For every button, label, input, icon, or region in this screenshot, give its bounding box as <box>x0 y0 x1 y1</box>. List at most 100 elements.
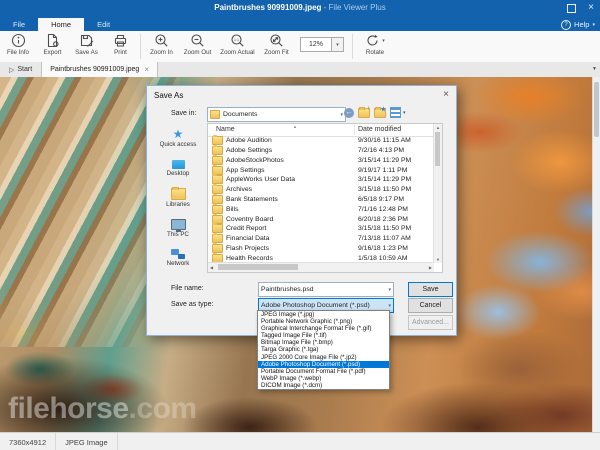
type-option[interactable]: WebP Image (*.webp) <box>258 375 389 382</box>
save-as-button[interactable]: Save As <box>69 31 104 62</box>
list-horizontal-scrollbar[interactable]: ◀ ▶ <box>208 262 434 272</box>
scroll-down-icon[interactable]: ▼ <box>434 257 442 262</box>
zoom-actual-button[interactable]: 1:1 Zoom Actual <box>216 31 259 62</box>
zoom-out-button[interactable]: Zoom Out <box>179 31 216 62</box>
document-tabstrip: ▷ Start Paintbrushes 90991009.jpeg × ▼ <box>0 62 600 78</box>
printer-icon <box>113 33 128 48</box>
documents-folder-icon <box>210 110 220 119</box>
tab-file[interactable]: File <box>0 18 38 31</box>
zoom-level-combobox[interactable]: 12% ▾ <box>300 38 344 51</box>
folder-icon <box>212 244 223 253</box>
scrollbar-thumb[interactable] <box>435 132 440 166</box>
table-row[interactable]: Credit Report3/15/18 11:50 PM <box>208 224 434 234</box>
tab-home[interactable]: Home <box>38 18 84 31</box>
zoom-in-button[interactable]: Zoom In <box>144 31 179 62</box>
sidebar-item-libraries[interactable]: Libraries <box>150 183 206 213</box>
export-button[interactable]: Export <box>36 31 69 62</box>
table-row[interactable]: Adobe Settings7/2/16 4:13 PM <box>208 146 434 156</box>
sidebar-item-desktop[interactable]: Desktop <box>150 153 206 183</box>
menubar: File Home Edit ? Help ▾ <box>0 18 600 31</box>
type-option[interactable]: Targa Graphic (*.tga) <box>258 346 389 353</box>
save-in-combobox[interactable]: Documents ▾ <box>207 107 346 122</box>
file-name-input[interactable]: Paintbrushes.psd ▾ <box>258 282 394 297</box>
save-button[interactable]: Save <box>408 282 453 297</box>
type-option[interactable]: Tagged Image File (*.tif) <box>258 332 389 339</box>
dialog-close-icon[interactable]: × <box>443 89 449 100</box>
viewport-scrollbar[interactable] <box>592 77 600 432</box>
tab-start[interactable]: ▷ Start <box>0 62 41 77</box>
zoom-in-icon <box>154 33 169 48</box>
table-row[interactable]: Archives3/15/18 11:50 PM <box>208 185 434 195</box>
table-row[interactable]: Adobe Audition9/30/16 11:15 AM <box>208 136 434 146</box>
folder-icon <box>212 185 223 194</box>
advanced-button[interactable]: Advanced... <box>408 315 453 330</box>
scroll-right-icon[interactable]: ▶ <box>429 265 432 270</box>
folder-icon <box>212 234 223 243</box>
info-icon <box>11 33 26 48</box>
table-row[interactable]: Flash Projects9/16/18 1:23 PM <box>208 243 434 253</box>
window-title-appname: - File Viewer Plus <box>321 3 385 12</box>
help-menu[interactable]: ? Help ▾ <box>561 18 595 31</box>
column-header-date-modified[interactable]: Date modified <box>358 126 401 133</box>
sidebar-item-network[interactable]: Network <box>150 243 206 273</box>
desktop-icon <box>172 160 185 169</box>
tab-list-dropdown-icon[interactable]: ▼ <box>592 66 597 72</box>
folder-icon <box>212 224 223 233</box>
chevron-down-icon: ▾ <box>340 112 343 118</box>
zoom-fit-button[interactable]: Zoom Fit <box>259 31 294 62</box>
save-as-type-dropdown: JPEG Image (*.jpg) Portable Network Grap… <box>257 310 390 390</box>
type-option[interactable]: DICOM Image (*.dcm) <box>258 382 389 389</box>
window-title: Paintbrushes 90991009.jpeg - File Viewer… <box>0 3 600 12</box>
chevron-down-icon: ▾ <box>382 38 385 44</box>
table-row[interactable]: AdobeStockPhotos3/15/14 11:29 PM <box>208 156 434 166</box>
sidebar-item-this-pc[interactable]: This PC <box>150 213 206 243</box>
folder-icon <box>212 136 223 145</box>
ribbon-toolbar: File Info Export Save As Print Zoom In Z… <box>0 31 600 63</box>
close-icon[interactable]: × <box>588 3 594 13</box>
start-icon: ▷ <box>9 66 14 74</box>
close-tab-icon[interactable]: × <box>144 65 149 74</box>
list-vertical-scrollbar[interactable]: ▲ ▼ <box>433 124 442 263</box>
maximize-icon[interactable] <box>567 4 576 13</box>
rotate-button[interactable]: ▾ Rotate <box>356 31 394 62</box>
save-icon <box>79 33 94 48</box>
type-option[interactable]: Portable Network Graphic (*.png) <box>258 318 389 325</box>
type-option[interactable]: JPEG 2000 Core Image File (*.jp2) <box>258 354 389 361</box>
table-row[interactable]: Coventry Board6/20/18 2:36 PM <box>208 214 434 224</box>
new-folder-icon[interactable]: ★ <box>374 108 386 118</box>
table-row[interactable]: Bank Statements6/5/18 9:17 PM <box>208 195 434 205</box>
tab-edit[interactable]: Edit <box>84 18 123 31</box>
file-info-button[interactable]: File Info <box>0 31 36 62</box>
tab-document[interactable]: Paintbrushes 90991009.jpeg × <box>41 62 158 77</box>
table-row[interactable]: AppleWorks User Data3/15/14 11:29 PM <box>208 175 434 185</box>
places-sidebar: ★ Quick access Desktop Libraries This PC <box>150 123 206 273</box>
export-icon <box>45 33 60 48</box>
scroll-left-icon[interactable]: ◀ <box>210 265 213 270</box>
type-option-selected[interactable]: Adobe Photoshop Document (*.psd) <box>258 361 389 368</box>
folder-icon <box>212 195 223 204</box>
column-header-name[interactable]: Name <box>216 126 235 133</box>
view-menu-icon[interactable]: ▾ <box>390 107 406 118</box>
chevron-down-icon: ▾ <box>388 303 391 309</box>
svg-text:1:1: 1:1 <box>234 38 239 42</box>
type-option[interactable]: Portable Document Format File (*.pdf) <box>258 368 389 375</box>
statusbar: 7360x4912 JPEG Image <box>0 432 600 450</box>
sidebar-item-quick-access[interactable]: ★ Quick access <box>150 123 206 153</box>
scrollbar-thumb[interactable] <box>218 264 298 270</box>
rotate-icon <box>365 33 380 48</box>
type-option[interactable]: Bitmap Image File (*.bmp) <box>258 339 389 346</box>
back-icon[interactable]: ← <box>344 108 354 118</box>
scroll-up-icon[interactable]: ▲ <box>434 125 442 130</box>
type-option[interactable]: JPEG Image (*.jpg) <box>258 311 389 318</box>
table-row[interactable]: App Settings9/19/17 1:11 PM <box>208 165 434 175</box>
table-row[interactable]: Financial Data7/13/18 11:07 AM <box>208 234 434 244</box>
cancel-button[interactable]: Cancel <box>408 298 453 313</box>
up-one-level-icon[interactable]: ↑ <box>358 108 370 118</box>
folder-icon <box>212 166 223 175</box>
chevron-down-icon[interactable]: ▾ <box>332 37 344 52</box>
print-button[interactable]: Print <box>104 31 137 62</box>
type-option[interactable]: Graphical Interchange Format File (*.gif… <box>258 325 389 332</box>
scrollbar-thumb[interactable] <box>594 82 599 137</box>
table-row[interactable]: Bills7/1/16 12:48 PM <box>208 204 434 214</box>
status-file-type: JPEG Image <box>56 433 118 450</box>
